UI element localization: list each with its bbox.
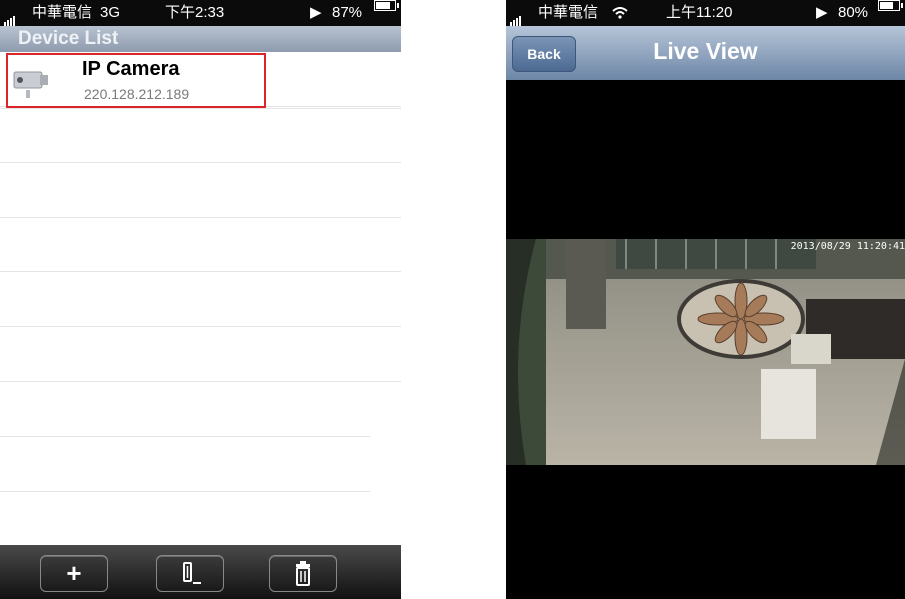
selection-highlight bbox=[6, 53, 266, 108]
trash-icon bbox=[296, 561, 310, 586]
clock-label: 上午11:20 bbox=[666, 4, 733, 21]
status-bar: 中華電信 3G 下午2:33 ▶ 87% bbox=[0, 0, 401, 26]
list-divider bbox=[0, 162, 401, 163]
list-divider bbox=[0, 108, 401, 109]
network-label: 3G bbox=[100, 4, 121, 21]
list-divider bbox=[0, 436, 370, 437]
battery-percent: 87% bbox=[332, 4, 363, 21]
add-device-button[interactable]: + bbox=[40, 555, 108, 592]
play-icon: ▶ bbox=[816, 4, 828, 21]
clock-label: 下午2:33 bbox=[165, 4, 225, 21]
device-list-screen: 中華電信 3G 下午2:33 ▶ 87% Device List IP Came… bbox=[0, 0, 401, 599]
carrier-label: 中華電信 bbox=[538, 4, 599, 21]
list-divider bbox=[0, 326, 401, 327]
camera-video-feed[interactable]: 2013/08/29 11:20:41 bbox=[506, 239, 905, 465]
list-divider bbox=[0, 217, 401, 218]
list-divider bbox=[0, 381, 401, 382]
play-icon: ▶ bbox=[310, 4, 322, 21]
list-divider bbox=[0, 491, 370, 492]
carrier-label: 中華電信 bbox=[32, 4, 93, 21]
bottom-toolbar: + bbox=[0, 545, 401, 599]
edit-icon bbox=[183, 562, 201, 584]
wifi-icon bbox=[612, 0, 628, 26]
battery-percent: 80% bbox=[838, 4, 869, 21]
status-bar: 中華電信 上午11:20 ▶ 80% bbox=[506, 0, 905, 26]
edit-device-button[interactable] bbox=[156, 555, 224, 592]
back-button[interactable]: Back bbox=[512, 36, 576, 72]
device-list-title: Device List bbox=[0, 26, 401, 52]
navigation-bar: Live View Back bbox=[506, 26, 905, 80]
delete-device-button[interactable] bbox=[269, 555, 337, 592]
video-timestamp: 2013/08/29 11:20:41 bbox=[790, 241, 905, 252]
lobby-scene-image bbox=[506, 239, 905, 465]
live-view-screen: 中華電信 上午11:20 ▶ 80% Live View Back 2013/0… bbox=[506, 0, 905, 599]
list-divider bbox=[0, 271, 401, 272]
